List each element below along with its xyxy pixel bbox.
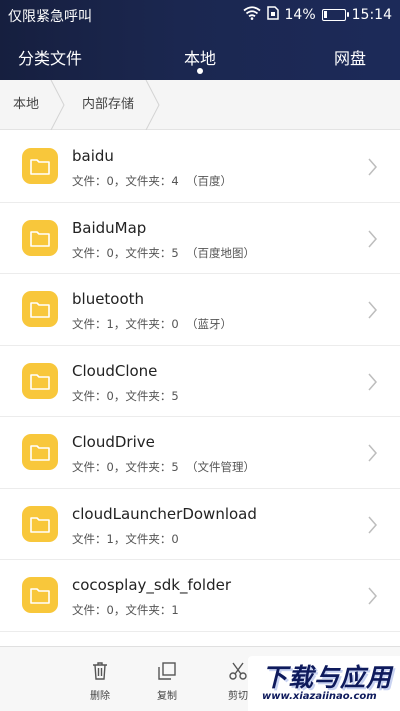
wifi-icon [242, 6, 261, 24]
cut-label: 剪切 [228, 691, 248, 702]
chevron-right-icon [368, 373, 377, 390]
breadcrumb-separator [145, 80, 160, 130]
folder-icon [22, 219, 58, 256]
watermark-url: www.xiazaiinao.com [262, 691, 377, 702]
file-row[interactable]: BaiduMap 文件：0，文件夹：5 （百度地图） [0, 203, 400, 274]
trash-icon [93, 662, 107, 680]
file-row[interactable]: baidu 文件：0，文件夹：4 （百度） [0, 131, 400, 203]
clock: 15:14 [351, 7, 392, 23]
scissors-icon [229, 662, 247, 680]
chevron-right-icon [368, 444, 377, 462]
file-name: cloudLauncherDownload [72, 504, 257, 523]
file-name: baidu [72, 147, 114, 165]
watermark-title: 下载与应用 [262, 663, 393, 692]
folder-icon [22, 148, 58, 184]
status-bar: 仅限紧急呼叫 14% 15:14 [0, 0, 400, 32]
folder-icon [22, 362, 58, 399]
breadcrumb-root[interactable]: 本地 [13, 80, 39, 130]
app-header: 仅限紧急呼叫 14% 15:14 分类文件 本地 网盘 [0, 0, 400, 80]
file-name: bluetooth [72, 290, 145, 308]
battery-icon [321, 9, 349, 21]
folder-icon [22, 505, 58, 542]
file-meta: 文件：0，文件夹：1 [72, 603, 179, 617]
file-meta: 文件：0，文件夹：5 （百度地图） [72, 245, 255, 260]
tab-categories[interactable]: 分类文件 [18, 45, 82, 69]
tab-cloud[interactable]: 网盘 [334, 45, 366, 69]
file-name: CloudClone [72, 361, 158, 380]
file-row[interactable]: cocosplay_sdk_folder 文件：0，文件夹：1 [0, 560, 400, 632]
file-name: cocosplay_sdk_folder [72, 576, 231, 594]
file-name: BaiduMap [72, 218, 147, 237]
chevron-right-icon [368, 301, 377, 319]
file-row[interactable]: bluetooth 文件：1，文件夹：0 （蓝牙） [0, 274, 400, 346]
file-row[interactable]: CloudDrive 文件：0，文件夹：5 （文件管理） [0, 417, 400, 489]
file-meta: 文件：1，文件夹：0 （蓝牙） [72, 317, 232, 331]
file-meta: 文件：1，文件夹：0 [72, 531, 179, 546]
folder-icon [22, 577, 58, 613]
active-tab-indicator [197, 68, 203, 74]
folder-icon [22, 434, 58, 470]
chevron-right-icon [368, 230, 377, 247]
battery-percent: 14% [284, 7, 316, 23]
tab-bar: 分类文件 本地 网盘 [0, 32, 400, 80]
breadcrumb-current[interactable]: 内部存储 [82, 80, 134, 130]
delete-label: 删除 [90, 691, 110, 702]
file-row[interactable]: cloudLauncherDownload 文件：1，文件夹：0 [0, 489, 400, 560]
folder-icon [22, 291, 58, 327]
delete-button[interactable]: 删除 [70, 661, 130, 702]
file-meta: 文件：0，文件夹：4 （百度） [72, 174, 232, 188]
status-icons: 14% 15:14 [242, 5, 392, 25]
file-name: CloudDrive [72, 433, 155, 451]
copy-button[interactable]: 复制 [137, 661, 197, 702]
breadcrumb: 本地 内部存储 [0, 80, 400, 130]
carrier-text: 仅限紧急呼叫 [8, 9, 92, 25]
file-list: baidu 文件：0，文件夹：4 （百度） BaiduMap 文件：0，文件夹：5 （… [0, 131, 400, 632]
copy-label: 复制 [157, 691, 177, 702]
chevron-right-icon [368, 516, 377, 533]
file-meta: 文件：0，文件夹：5 [72, 388, 179, 403]
file-row[interactable]: CloudClone 文件：0，文件夹：5 [0, 346, 400, 417]
copy-icon [158, 662, 176, 680]
sim-icon [266, 6, 279, 24]
tab-local[interactable]: 本地 [184, 45, 216, 69]
file-meta: 文件：0，文件夹：5 （文件管理） [72, 460, 255, 474]
chevron-right-icon [368, 587, 377, 605]
breadcrumb-separator [50, 80, 65, 130]
watermark-logo: 下载与应用 www.xiazaiinao.com [248, 656, 400, 711]
chevron-right-icon [368, 158, 377, 176]
battery-fill [323, 11, 327, 18]
